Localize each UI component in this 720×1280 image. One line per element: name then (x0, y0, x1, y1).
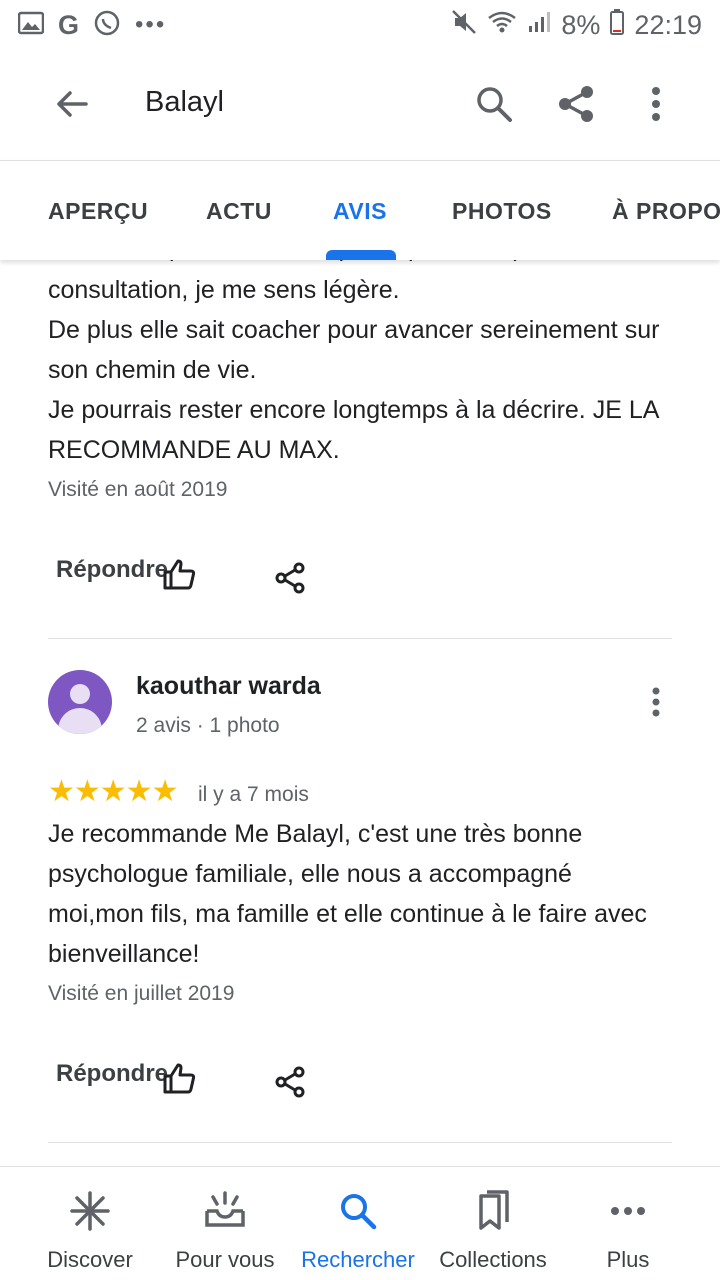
nav-for-you[interactable]: Pour vous (168, 1167, 282, 1280)
nav-label: Pour vous (175, 1247, 275, 1272)
avatar[interactable] (48, 670, 112, 734)
tab-photos[interactable]: PHOTOS (452, 198, 552, 225)
reply-button[interactable]: Répondre (56, 1060, 168, 1088)
status-bar: G ••• 8% 22:19 (0, 0, 720, 50)
wifi-icon (487, 10, 517, 41)
search-button[interactable] (472, 82, 516, 126)
nav-more[interactable]: Plus (588, 1167, 668, 1280)
active-tab-indicator (326, 250, 396, 260)
more-vert-icon (652, 87, 660, 121)
review-actions: Répondre (56, 1060, 676, 1100)
search-icon (336, 1189, 380, 1233)
back-button[interactable] (50, 82, 94, 126)
nav-search[interactable]: Rechercher (294, 1167, 422, 1280)
thumb-up-icon[interactable] (161, 556, 197, 592)
clock: 22:19 (634, 9, 702, 40)
review-text-partial: nouvelles quand ca ne va pas. Apres chaq… (48, 260, 688, 268)
discover-icon (68, 1189, 112, 1233)
whatsapp-icon (93, 9, 121, 42)
nav-label: Plus (606, 1247, 650, 1272)
page-title: Balayl (145, 86, 224, 118)
tab-bar: APERÇU ACTU AVIS PHOTOS À PROPOS (0, 160, 720, 260)
battery-icon (610, 8, 625, 42)
review-text: Je recommande Me Balayl, c'est une très … (48, 820, 647, 968)
google-icon: G (58, 9, 80, 40)
more-vert-icon (652, 687, 660, 717)
nav-label: Discover (47, 1247, 133, 1272)
review-date: il y a 7 mois (198, 783, 309, 806)
for-you-icon (203, 1189, 247, 1233)
share-icon (559, 86, 593, 122)
collections-icon (471, 1189, 515, 1233)
more-horiz-icon (606, 1189, 650, 1233)
review-text: consultation, je me sens légère. De plus… (48, 276, 660, 464)
more-options-button[interactable] (634, 82, 678, 126)
share-icon[interactable] (274, 1066, 306, 1098)
reviews-list[interactable]: nouvelles quand ca ne va pas. Apres chaq… (0, 260, 720, 1166)
reply-button[interactable]: Répondre (56, 556, 168, 584)
app-bar: Balayl (0, 50, 720, 160)
arrow-back-icon (57, 91, 88, 117)
tab-avis[interactable]: AVIS (333, 198, 387, 225)
bottom-navigation: Discover Pour vous Rechercher Collection… (0, 1166, 720, 1280)
gallery-icon (17, 11, 45, 40)
nav-label: Rechercher (301, 1247, 415, 1272)
visit-date: Visité en juillet 2019 (48, 982, 235, 1005)
author-meta: 2 avis · 1 photo (136, 714, 280, 737)
nav-discover[interactable]: Discover (40, 1167, 140, 1280)
battery-level: 8% (561, 9, 601, 40)
avatar-head (70, 684, 90, 704)
visit-date: Visité en août 2019 (48, 478, 228, 501)
review-actions: Répondre (56, 556, 676, 596)
tab-apercu[interactable]: APERÇU (48, 198, 148, 225)
nav-label: Collections (439, 1247, 547, 1272)
review-more-button[interactable] (640, 682, 672, 722)
divider (48, 1142, 672, 1143)
mute-icon (451, 9, 477, 42)
nav-collections[interactable]: Collections (428, 1167, 558, 1280)
more-notifications-icon: ••• (135, 11, 167, 38)
avatar-body (58, 708, 102, 734)
share-button[interactable] (554, 82, 598, 126)
signal-icon (527, 10, 551, 41)
author-name[interactable]: kaouthar warda (136, 672, 321, 701)
tab-a-propos[interactable]: À PROPOS (612, 198, 720, 225)
star-rating: ★★★★★ (48, 775, 178, 808)
thumb-up-icon[interactable] (161, 1060, 197, 1096)
search-icon (477, 87, 512, 122)
tab-actu[interactable]: ACTU (206, 198, 272, 225)
share-icon[interactable] (274, 562, 306, 594)
divider (48, 638, 672, 639)
